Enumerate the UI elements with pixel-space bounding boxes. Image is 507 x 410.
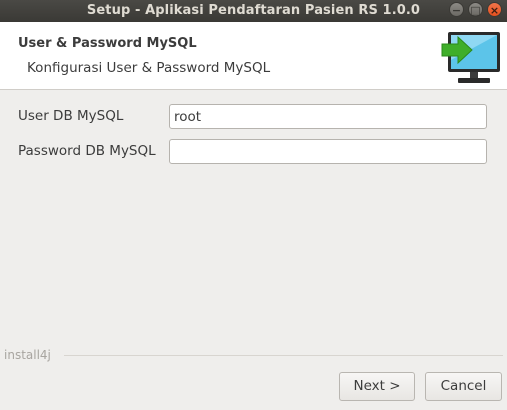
next-button[interactable]: Next > <box>339 372 415 401</box>
window-title: Setup - Aplikasi Pendaftaran Pasien RS 1… <box>86 3 421 18</box>
maximize-button[interactable]: □ <box>468 2 483 17</box>
password-label: Password DB MySQL <box>18 143 156 159</box>
wizard-header: User & Password MySQL Konfigurasi User &… <box>0 22 507 90</box>
close-button[interactable]: × <box>487 2 502 17</box>
minimize-button[interactable]: − <box>449 2 464 17</box>
page-title: User & Password MySQL <box>18 36 197 51</box>
installer-brand: install4j <box>4 348 51 362</box>
user-input[interactable] <box>169 104 487 129</box>
monitor-arrow-icon <box>441 32 500 83</box>
user-label: User DB MySQL <box>18 108 124 124</box>
page-subtitle: Konfigurasi User & Password MySQL <box>27 60 271 76</box>
window-titlebar: Setup - Aplikasi Pendaftaran Pasien RS 1… <box>0 0 507 22</box>
cancel-button[interactable]: Cancel <box>425 372 502 401</box>
password-input[interactable] <box>169 139 487 164</box>
footer-divider <box>64 355 503 356</box>
